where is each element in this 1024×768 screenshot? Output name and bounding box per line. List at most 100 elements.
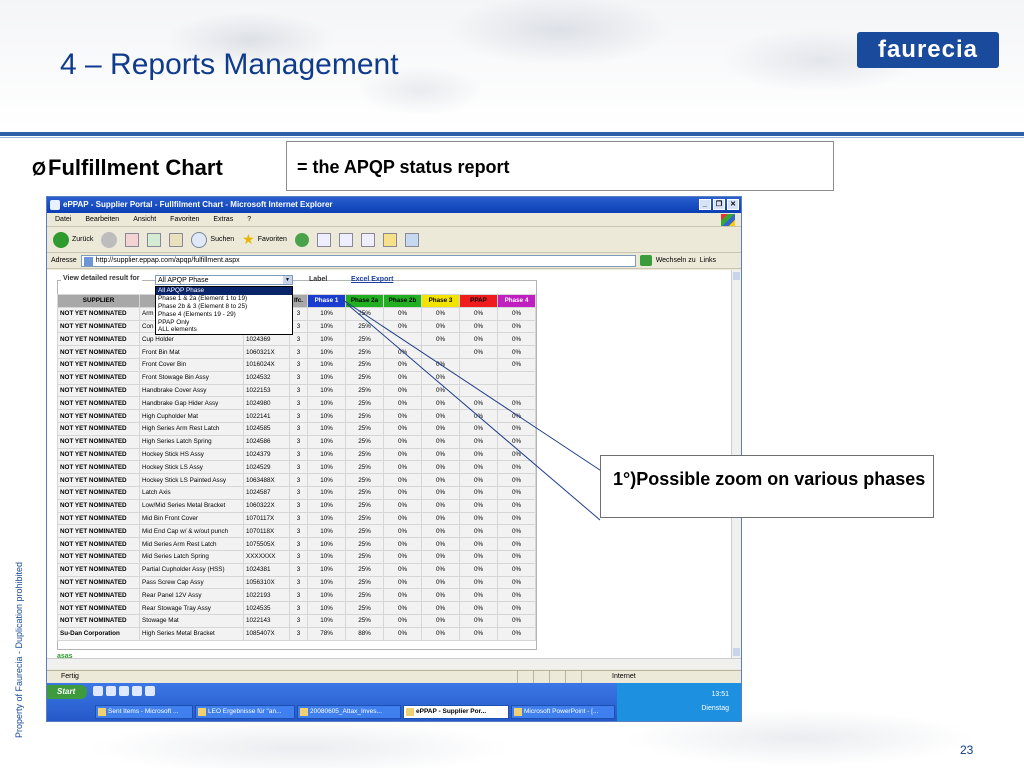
table-cell: Front Cover Bin: [139, 357, 244, 372]
menu-ansicht[interactable]: Ansicht: [133, 213, 156, 226]
search-label: Suchen: [210, 236, 235, 243]
phase-dropdown-list: All APQP Phase Phase 1 & 2a (Element 1 to…: [155, 286, 293, 336]
print-icon[interactable]: [338, 232, 353, 247]
table-cell: 3: [289, 511, 308, 526]
quick-launch-outlook-icon[interactable]: [106, 686, 116, 696]
table-cell: 0%: [459, 332, 498, 347]
table-row: NOT YET NOMINATED Mid Series Arm Rest Lat…: [57, 537, 536, 551]
table-cell: 10%: [307, 332, 346, 347]
forward-button[interactable]: [101, 231, 118, 248]
table-cell: 3: [289, 498, 308, 513]
quick-launch-explorer-icon[interactable]: [145, 686, 155, 696]
taskbar-task[interactable]: Sent Items - Microsoft ...: [95, 705, 193, 719]
phase-select[interactable]: All APQP Phase: [155, 275, 293, 285]
excel-export-link[interactable]: Excel Export: [351, 276, 393, 283]
menu-favoriten[interactable]: Favoriten: [170, 213, 199, 226]
scroll-up-icon[interactable]: [733, 272, 740, 280]
table-header-cell: Phase 2b: [383, 294, 422, 308]
table-cell: 0%: [497, 498, 536, 513]
table-cell: 1024381: [243, 562, 290, 577]
maximize-button[interactable]: ❐: [713, 199, 725, 210]
table-cell: 0%: [497, 626, 536, 641]
quick-launch-ie-icon[interactable]: [93, 686, 103, 696]
favorites-button[interactable]: ★ Favoriten: [242, 231, 287, 248]
table-row: NOT YET NOMINATED High Cupholder Mat 10221…: [57, 409, 536, 423]
table-row: NOT YET NOMINATED Mid End Cap w/ & w/out …: [57, 524, 536, 539]
table-cell: 25%: [345, 447, 384, 462]
table-cell: 3: [289, 601, 308, 615]
table-cell: NOT YET NOMINATED: [57, 575, 140, 590]
table-cell: 25%: [345, 306, 384, 321]
table-cell: 0%: [383, 485, 422, 500]
table-cell: 1022193: [243, 588, 290, 603]
browser-toolbar: Zurück Suchen ★ Favoriten: [47, 227, 741, 253]
dropdown-option[interactable]: Phase 1 & 2a (Element 1 to 19): [156, 295, 292, 303]
go-icon[interactable]: [639, 255, 652, 266]
table-cell: NOT YET NOMINATED: [57, 370, 140, 385]
menu-bearbeiten[interactable]: Bearbeiten: [85, 213, 119, 226]
search-button[interactable]: Suchen: [191, 231, 235, 248]
mail-icon[interactable]: [316, 232, 331, 247]
messenger-icon[interactable]: [404, 232, 419, 247]
table-cell: Mid Series Arm Rest Latch: [139, 537, 244, 551]
table-cell: 25%: [345, 370, 384, 385]
refresh-icon[interactable]: [147, 232, 162, 247]
table-cell: Hockey Stick LS Assy: [139, 460, 244, 475]
taskbar-task[interactable]: Microsoft PowerPoint - [...: [511, 705, 615, 719]
quick-launch: [93, 686, 155, 696]
table-cell: 3: [289, 485, 308, 500]
task-list: Sent Items - Microsoft ... LEO Ergebnisse…: [95, 705, 615, 719]
menu-help[interactable]: ?: [247, 213, 251, 226]
dropdown-option[interactable]: Phase 4 (Elements 19 - 29): [156, 311, 292, 319]
taskbar-task[interactable]: LEO Ergebnisse für "an...: [195, 705, 295, 719]
media-icon[interactable]: [294, 232, 309, 247]
windows-logo-icon: [721, 214, 735, 226]
table-cell: [459, 357, 498, 372]
back-button[interactable]: Zurück: [53, 231, 93, 248]
table-cell: 3: [289, 537, 308, 551]
table-cell: NOT YET NOMINATED: [57, 588, 140, 603]
table-cell: 10%: [307, 485, 346, 500]
table-cell: 10%: [307, 498, 346, 513]
table-cell: 0%: [497, 306, 536, 321]
folder-icon[interactable]: [382, 232, 397, 247]
system-tray: 13:51 Dienstag: [617, 683, 741, 721]
address-url: http://supplier.eppap.com/apqp/fulfillme…: [95, 256, 240, 264]
minimize-button[interactable]: _: [699, 199, 711, 210]
taskbar-task[interactable]: 20080605_Attax_Inves...: [297, 705, 401, 719]
go-button[interactable]: Wechseln zu: [656, 257, 696, 264]
scroll-down-icon[interactable]: [733, 648, 740, 656]
clock: 13:51: [711, 691, 729, 698]
dropdown-option[interactable]: ALL elements: [156, 326, 292, 334]
menu-extras[interactable]: Extras: [213, 213, 233, 226]
stop-icon[interactable]: [125, 232, 140, 247]
taskbar-task[interactable]: ePPAP - Supplier Por...: [403, 705, 509, 719]
quick-launch-media-icon[interactable]: [132, 686, 142, 696]
table-cell: 0%: [421, 460, 460, 475]
status-bar: Fertig Internet: [47, 670, 741, 683]
address-input[interactable]: http://supplier.eppap.com/apqp/fulfillme…: [80, 254, 636, 267]
table-cell: 0%: [459, 447, 498, 462]
start-button[interactable]: Start: [47, 685, 87, 699]
links-button[interactable]: Links: [700, 257, 716, 264]
horizontal-scrollbar[interactable]: [47, 658, 741, 669]
table-cell: [383, 332, 422, 347]
close-button[interactable]: ✕: [727, 199, 739, 210]
menu-datei[interactable]: Datei: [55, 213, 71, 226]
table-cell: 0%: [421, 485, 460, 500]
dropdown-option[interactable]: Phase 2b & 3 (Element 8 to 25): [156, 303, 292, 311]
dropdown-option[interactable]: PPAP Only: [156, 319, 292, 327]
table-cell: 1070118X: [243, 524, 290, 539]
table-row: NOT YET NOMINATED Pass Screw Cap Assy 1056…: [57, 575, 536, 590]
edit-icon[interactable]: [360, 232, 375, 247]
table-cell: 0%: [421, 409, 460, 423]
table-cell: NOT YET NOMINATED: [57, 434, 140, 449]
table-cell: 0%: [383, 498, 422, 513]
table-cell: 25%: [345, 601, 384, 615]
table-cell: 1024379: [243, 447, 290, 462]
table-cell: NOT YET NOMINATED: [57, 460, 140, 475]
quick-launch-desktop-icon[interactable]: [119, 686, 129, 696]
home-icon[interactable]: [169, 232, 184, 247]
table-cell: NOT YET NOMINATED: [57, 473, 140, 487]
dropdown-option[interactable]: All APQP Phase: [156, 287, 292, 295]
